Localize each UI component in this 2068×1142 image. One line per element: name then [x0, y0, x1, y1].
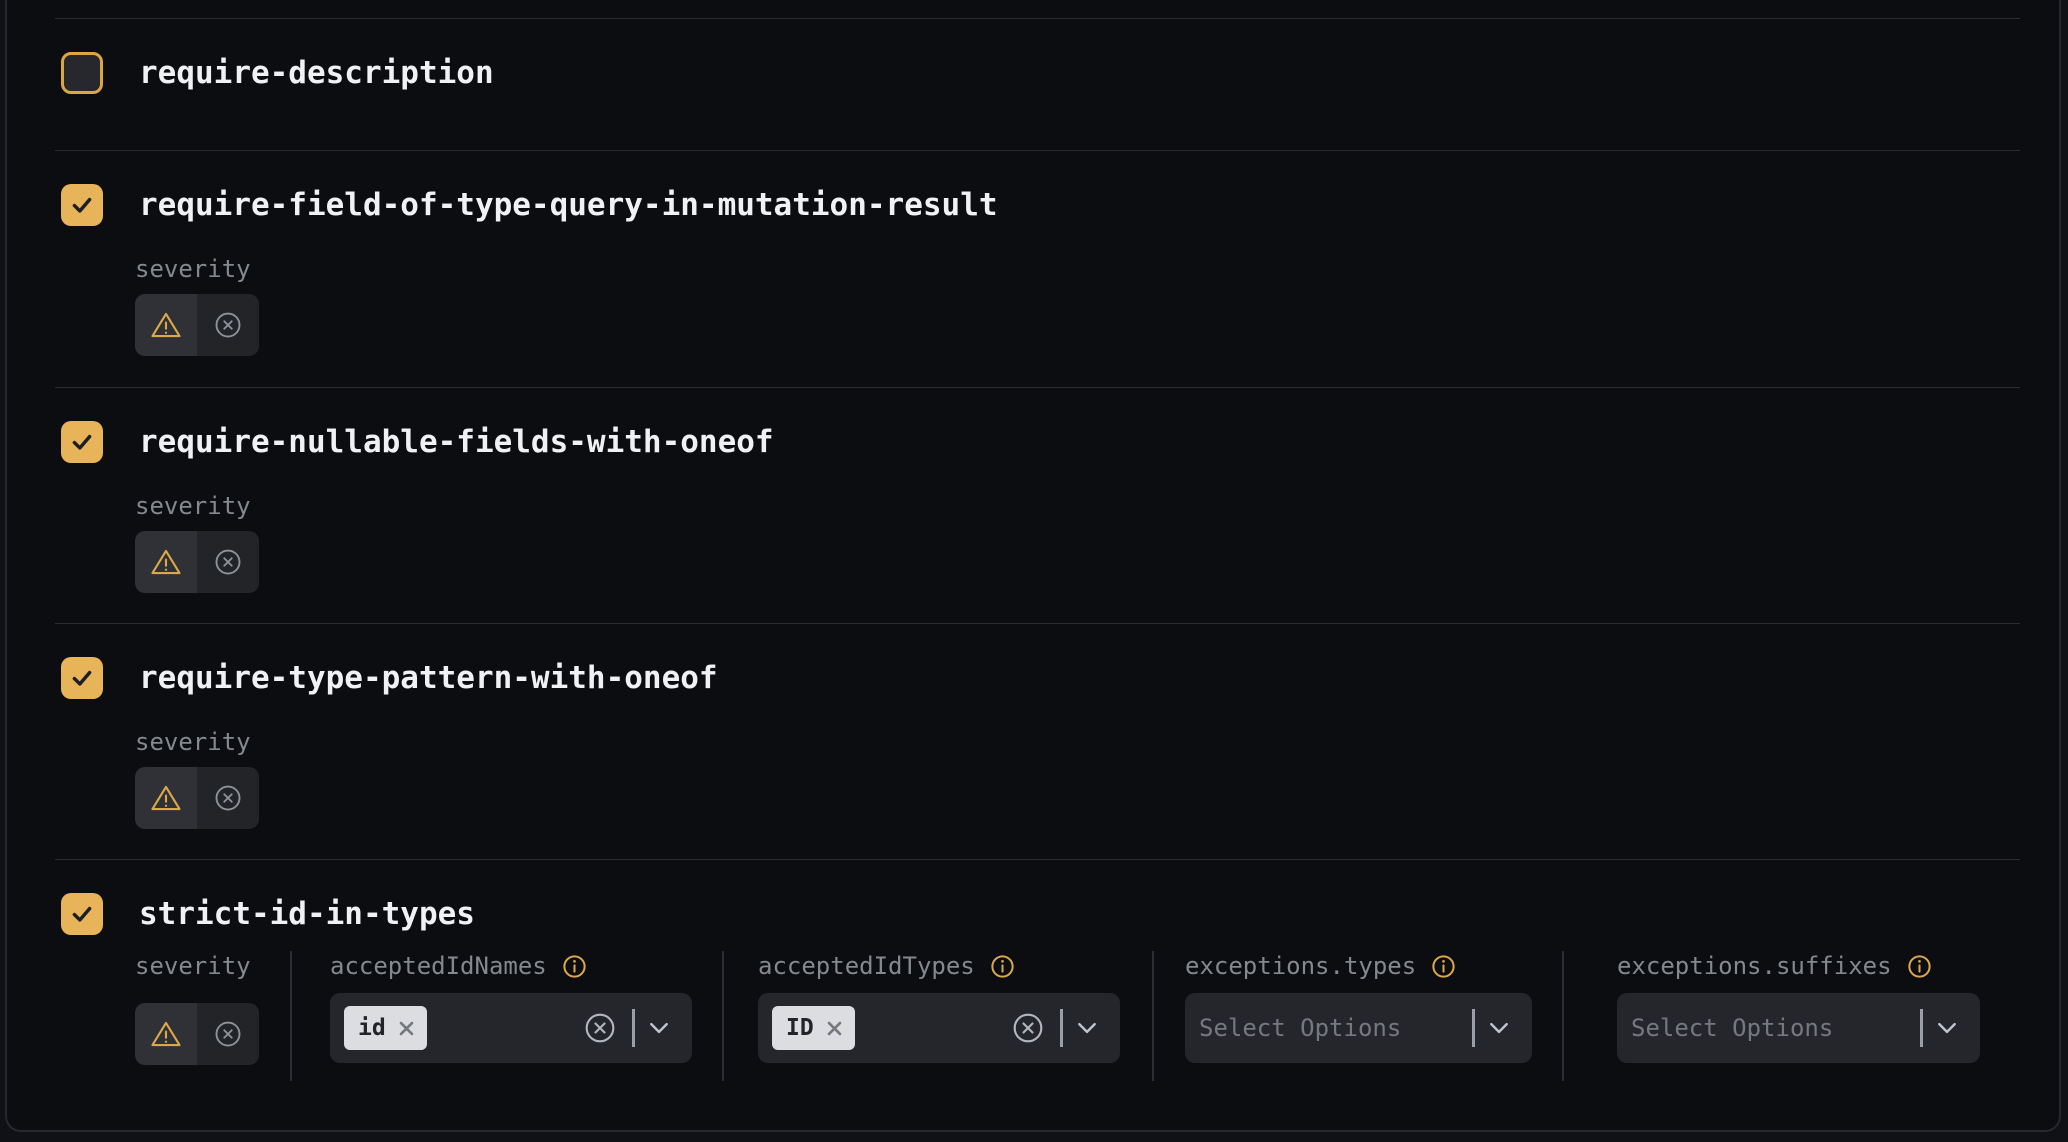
select-placeholder: Select Options [1631, 1014, 1833, 1042]
info-icon[interactable] [1430, 953, 1457, 980]
severity-toggle [135, 1003, 259, 1065]
rule-title: require-nullable-fields-with-oneof [139, 424, 774, 460]
severity-toggle [135, 531, 259, 593]
field-group-severity: severity [135, 951, 290, 1065]
warning-triangle-icon [150, 310, 182, 340]
warning-triangle-icon [150, 783, 182, 813]
field-label: acceptedIdNames [330, 951, 547, 981]
check-icon [69, 665, 95, 691]
selected-tag: id [344, 1006, 427, 1050]
severity-warn-button[interactable] [135, 1003, 197, 1065]
chevron-down-icon[interactable] [1076, 1021, 1098, 1035]
severity-label: severity [135, 727, 2020, 757]
field-group-divider [1562, 951, 1564, 1081]
rule-title: require-type-pattern-with-oneof [139, 660, 718, 696]
remove-tag-icon[interactable] [826, 1020, 843, 1037]
dropdown-separator [1472, 1009, 1475, 1047]
rule-row-require-description: require-description [55, 18, 2020, 150]
rule-title: require-description [139, 55, 494, 91]
rule-checkbox-checked[interactable] [61, 184, 103, 226]
severity-label: severity [135, 491, 2020, 521]
field-group-acceptedIdTypes: acceptedIdTypes ID [758, 951, 1152, 1063]
rule-row-require-type-pattern-with-oneof: require-type-pattern-with-oneof severity [55, 623, 2020, 859]
severity-label: severity [135, 254, 2020, 284]
field-group-exceptions-suffixes: exceptions.suffixes Select Options [1617, 951, 1980, 1063]
rule-checkbox-checked[interactable] [61, 657, 103, 699]
chevron-down-icon[interactable] [1488, 1021, 1510, 1035]
field-label: exceptions.types [1185, 951, 1416, 981]
chevron-down-icon[interactable] [1936, 1021, 1958, 1035]
info-icon[interactable] [1906, 953, 1933, 980]
multiselect-exceptions-types[interactable]: Select Options [1185, 993, 1532, 1063]
lint-rules-panel: require-description require-field-of-typ… [5, 0, 2061, 1132]
multiselect-exceptions-suffixes[interactable]: Select Options [1617, 993, 1980, 1063]
rule-row-strict-id-in-types: strict-id-in-types severity [55, 859, 2020, 1130]
chevron-down-icon[interactable] [648, 1021, 670, 1035]
check-icon [69, 429, 95, 455]
field-group-exceptions-types: exceptions.types Select Options [1185, 951, 1562, 1063]
clear-selection-icon[interactable] [583, 1011, 617, 1045]
severity-label: severity [135, 951, 251, 981]
warning-triangle-icon [150, 547, 182, 577]
dropdown-separator [1060, 1009, 1063, 1047]
field-group-divider [722, 951, 724, 1081]
rule-checkbox-checked[interactable] [61, 421, 103, 463]
severity-warn-button[interactable] [135, 531, 197, 593]
selected-tag: ID [772, 1006, 855, 1050]
field-label: acceptedIdTypes [758, 951, 975, 981]
check-icon [69, 192, 95, 218]
rule-row-require-field-of-type-query-in-mutation-result: require-field-of-type-query-in-mutation-… [55, 150, 2020, 387]
severity-off-button[interactable] [197, 767, 259, 829]
multiselect-acceptedIdNames[interactable]: id [330, 993, 692, 1063]
remove-tag-icon[interactable] [398, 1020, 415, 1037]
info-icon[interactable] [989, 953, 1016, 980]
tag-label: ID [786, 1015, 814, 1041]
rule-checkbox-unchecked[interactable] [61, 52, 103, 94]
severity-toggle [135, 767, 259, 829]
severity-off-button[interactable] [197, 531, 259, 593]
field-group-divider [290, 951, 292, 1081]
tag-label: id [358, 1015, 386, 1041]
rule-title: strict-id-in-types [139, 896, 475, 932]
rule-title: require-field-of-type-query-in-mutation-… [139, 187, 998, 223]
severity-off-button[interactable] [197, 1003, 259, 1065]
rule-row-require-nullable-fields-with-oneof: require-nullable-fields-with-oneof sever… [55, 387, 2020, 623]
x-circle-icon [213, 310, 243, 340]
rules-list: require-description require-field-of-typ… [7, 18, 2059, 1130]
severity-warn-button[interactable] [135, 294, 197, 356]
x-circle-icon [213, 1019, 243, 1049]
multiselect-acceptedIdTypes[interactable]: ID [758, 993, 1120, 1063]
field-label: exceptions.suffixes [1617, 951, 1892, 981]
severity-toggle [135, 294, 259, 356]
warning-triangle-icon [150, 1019, 182, 1049]
dropdown-separator [1920, 1009, 1923, 1047]
clear-selection-icon[interactable] [1011, 1011, 1045, 1045]
severity-warn-button[interactable] [135, 767, 197, 829]
x-circle-icon [213, 547, 243, 577]
check-icon [69, 901, 95, 927]
x-circle-icon [213, 783, 243, 813]
dropdown-separator [632, 1009, 635, 1047]
rule-checkbox-checked[interactable] [61, 893, 103, 935]
info-icon[interactable] [561, 953, 588, 980]
severity-off-button[interactable] [197, 294, 259, 356]
select-placeholder: Select Options [1199, 1014, 1401, 1042]
field-group-divider [1152, 951, 1154, 1081]
field-group-acceptedIdNames: acceptedIdNames id [330, 951, 722, 1063]
